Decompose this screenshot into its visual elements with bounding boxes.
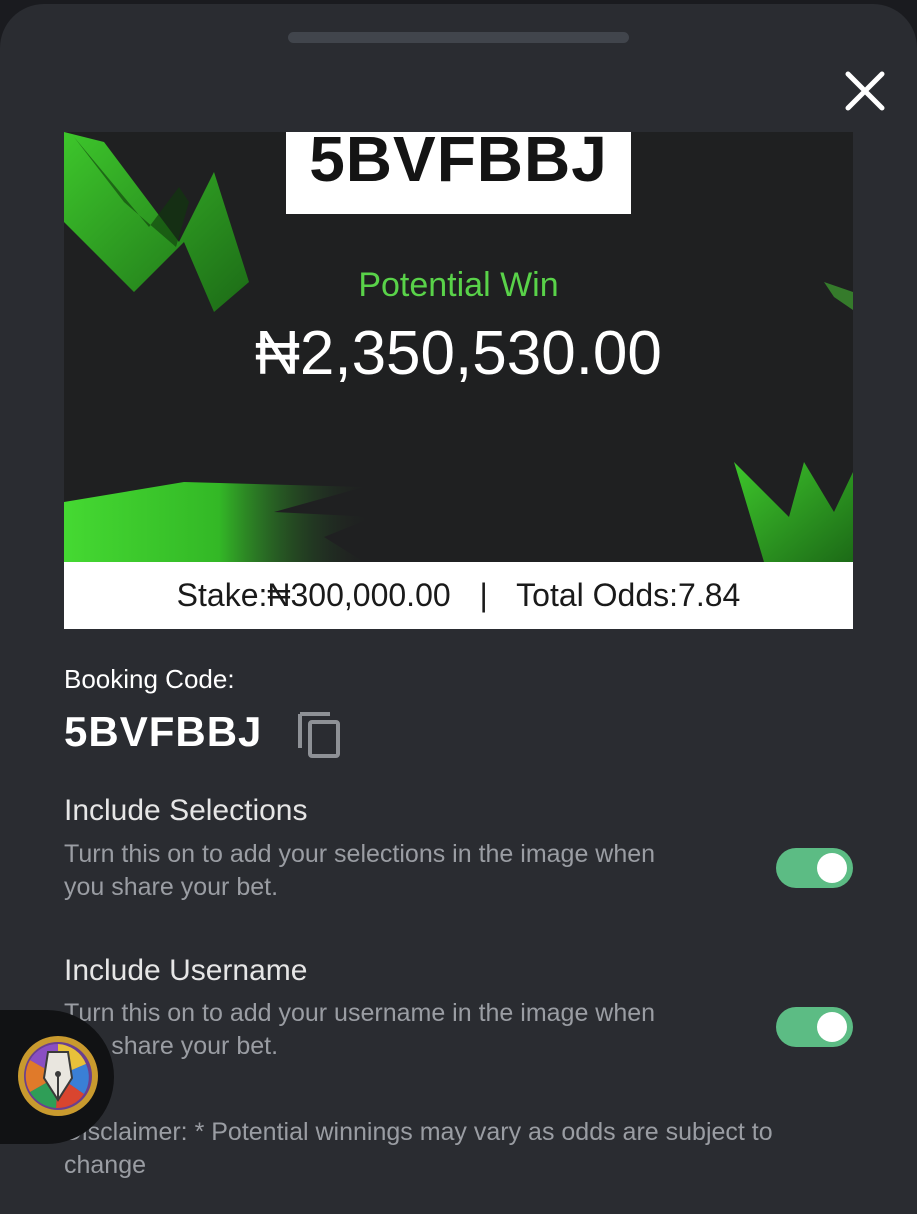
share-image-preview: 5BVFBBJ Potential Win ₦2,350,530.00 Stak… — [64, 132, 853, 629]
card-artwork: 5BVFBBJ Potential Win ₦2,350,530.00 — [64, 132, 853, 562]
booking-code-label: Booking Code: — [64, 664, 235, 694]
copy-icon — [298, 712, 340, 758]
include-username-description: Turn this on to add your username in the… — [64, 999, 656, 1060]
booking-code-value: 5BVFBBJ — [64, 708, 263, 755]
include-username-title: Include Username — [64, 954, 308, 987]
disclaimer-text: Disclaimer: * Potential winnings may var… — [64, 1118, 773, 1179]
odds-label: Total Odds: — [516, 577, 679, 613]
toggle-knob — [817, 853, 847, 883]
separator: | — [479, 577, 488, 613]
potential-win-amount: ₦2,350,530.00 — [255, 319, 662, 388]
card-stake-odds-bar: Stake:₦300,000.00 | Total Odds:7.84 — [64, 562, 853, 629]
drag-handle[interactable] — [288, 32, 629, 43]
include-selections-title: Include Selections — [64, 794, 308, 827]
include-selections-toggle[interactable] — [776, 848, 853, 888]
card-code-text: 5BVFBBJ — [309, 132, 608, 195]
copy-code-button[interactable] — [296, 708, 344, 760]
include-username-toggle[interactable] — [776, 1007, 853, 1047]
close-icon — [845, 71, 885, 111]
potential-win-label: Potential Win — [358, 266, 559, 304]
close-button[interactable] — [842, 68, 888, 114]
pen-badge-icon — [16, 1034, 100, 1118]
stake-value: ₦300,000.00 — [267, 577, 451, 613]
card-booking-code: 5BVFBBJ — [286, 132, 631, 214]
stake-label: Stake: — [176, 577, 268, 613]
include-selections-description: Turn this on to add your selections in t… — [64, 840, 656, 901]
odds-value: 7.84 — [678, 577, 741, 613]
toggle-knob — [817, 1012, 847, 1042]
